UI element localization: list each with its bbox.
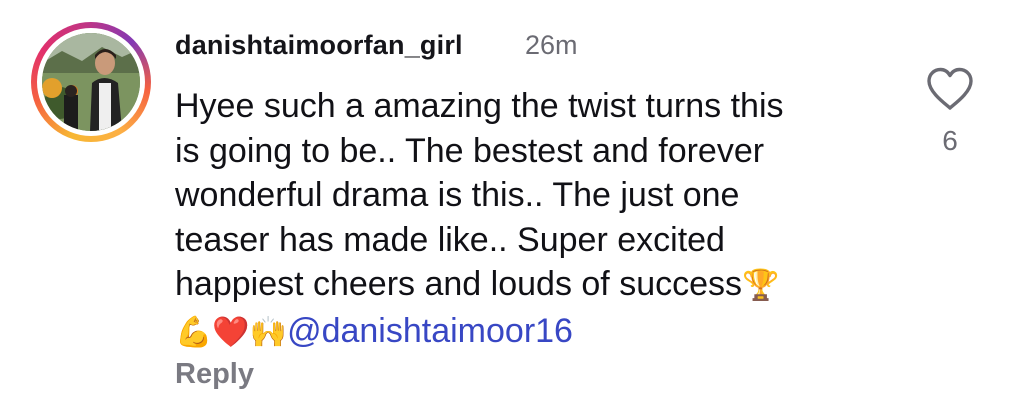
comment-username[interactable]: danishtaimoorfan_girl bbox=[175, 30, 463, 61]
comment-item: danishtaimoorfan_girl 26m Hyee such a am… bbox=[0, 0, 1024, 407]
mention-link[interactable]: @danishtaimoor16 bbox=[287, 312, 573, 350]
heart-outline-icon bbox=[927, 67, 973, 110]
trophy-emoji: 🏆 bbox=[742, 269, 780, 302]
comment-text-line: wonderful drama is this.. The just one bbox=[175, 176, 740, 214]
comment-text: Hyee such a amazing the twist turns this… bbox=[175, 84, 895, 355]
avatar-story-ring[interactable] bbox=[31, 22, 151, 142]
emoji-group: 💪❤️🙌 bbox=[175, 315, 288, 349]
comment-text-line: is going to be.. The bestest and forever bbox=[175, 131, 765, 170]
comment-text-line: teaser has made like.. Super excited bbox=[175, 220, 725, 259]
avatar-photo bbox=[42, 33, 140, 131]
avatar[interactable] bbox=[42, 33, 140, 131]
reply-button[interactable]: Reply bbox=[175, 358, 254, 391]
comment-timestamp: 26m bbox=[525, 30, 578, 60]
like-button[interactable] bbox=[925, 66, 975, 112]
comment-text-line: Hyee such a amazing the twist turns this bbox=[175, 87, 784, 125]
like-count: 6 bbox=[942, 125, 958, 156]
comment-text-line: happiest cheers and louds of success bbox=[175, 265, 743, 303]
